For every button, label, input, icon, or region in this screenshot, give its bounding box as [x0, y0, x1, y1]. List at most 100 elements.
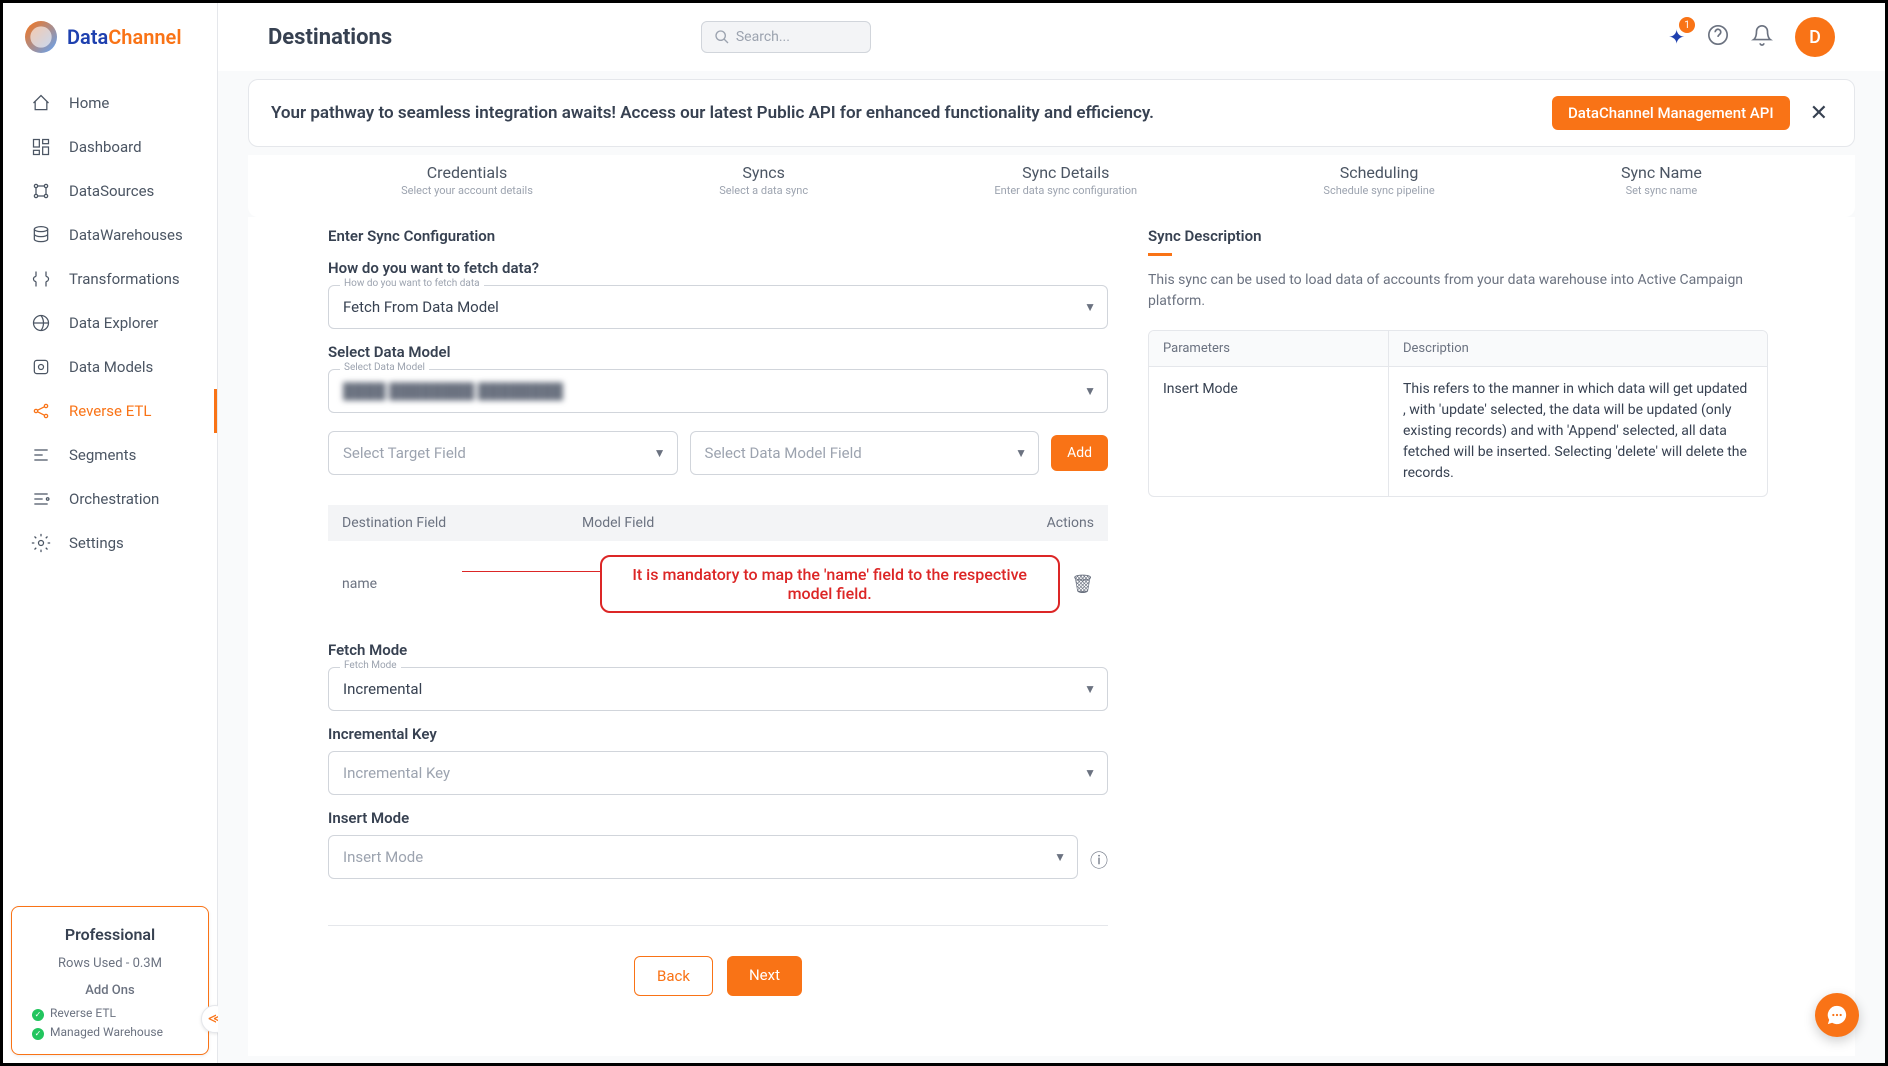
- banner-text: Your pathway to seamless integration awa…: [271, 103, 1536, 123]
- addon-item: Managed Warehouse: [24, 1023, 196, 1042]
- nav-transformations[interactable]: Transformations: [3, 257, 217, 301]
- step-syncname[interactable]: Sync NameSet sync name: [1621, 163, 1702, 197]
- th-destination: Destination Field: [342, 515, 582, 531]
- insert-mode-field[interactable]: Insert Mode ▼: [328, 835, 1078, 879]
- desc-heading: Sync Description: [1148, 227, 1768, 245]
- step-syncs[interactable]: SyncsSelect a data sync: [719, 163, 808, 197]
- data-model-field[interactable]: Select Data Model ████ ████████ ████████…: [328, 369, 1108, 413]
- info-icon[interactable]: ⓘ: [1090, 847, 1108, 873]
- table-header: Destination Field Model Field Actions: [328, 505, 1108, 541]
- nav-label: Home: [69, 94, 109, 112]
- models-icon: [31, 357, 51, 377]
- nav-dataexplorer[interactable]: Data Explorer: [3, 301, 217, 345]
- section-heading: Enter Sync Configuration: [328, 227, 1108, 245]
- dashboard-icon: [31, 137, 51, 157]
- fetch-question: How do you want to fetch data?: [328, 259, 1108, 277]
- model-field[interactable]: Select Data Model Field ▼: [690, 431, 1040, 475]
- insert-mode-select[interactable]: Insert Mode: [328, 835, 1078, 879]
- top-icons: ✦1 D: [1668, 17, 1835, 57]
- nav-label: Settings: [69, 534, 124, 552]
- logo-icon: [25, 21, 57, 53]
- step-credentials[interactable]: CredentialsSelect your account details: [401, 163, 533, 197]
- content: Enter Sync Configuration How do you want…: [248, 217, 1855, 1056]
- nav-datamodels[interactable]: Data Models: [3, 345, 217, 389]
- search-placeholder: Search...: [736, 29, 790, 45]
- mapping-row: Select Target Field ▼ Select Data Model …: [328, 431, 1108, 475]
- param-h2: Description: [1389, 331, 1767, 366]
- nav-datawarehouses[interactable]: DataWarehouses: [3, 213, 217, 257]
- desc-text: This sync can be used to load data of ac…: [1148, 270, 1768, 312]
- page-title: Destinations: [268, 25, 392, 50]
- form-column: Enter Sync Configuration How do you want…: [308, 227, 1108, 1016]
- nav-label: Dashboard: [69, 138, 142, 156]
- nav-reverseetl[interactable]: Reverse ETL: [3, 389, 217, 433]
- search-input[interactable]: Search...: [701, 21, 871, 53]
- help-icon[interactable]: [1707, 24, 1729, 50]
- data-model-select[interactable]: ████ ████████ ████████: [328, 369, 1108, 413]
- step-syncdetails[interactable]: Sync DetailsEnter data sync configuratio…: [994, 163, 1137, 197]
- notification-badge: 1: [1679, 17, 1695, 33]
- api-banner: Your pathway to seamless integration awa…: [248, 79, 1855, 147]
- nav-datasources[interactable]: DataSources: [3, 169, 217, 213]
- search-icon: [714, 29, 730, 45]
- nav-segments[interactable]: Segments: [3, 433, 217, 477]
- addons-title: Add Ons: [24, 977, 196, 1004]
- fetch-data-select[interactable]: Fetch From Data Model: [328, 285, 1108, 329]
- incremental-key-field[interactable]: Incremental Key ▼: [328, 751, 1108, 795]
- target-field-select[interactable]: Select Target Field: [328, 431, 678, 475]
- chat-icon: [1826, 1004, 1848, 1026]
- nav-label: Segments: [69, 446, 136, 464]
- parameters-table: Parameters Description Insert Mode This …: [1148, 330, 1768, 497]
- fetch-mode-heading: Fetch Mode: [328, 641, 1108, 659]
- nav-orchestration[interactable]: Orchestration: [3, 477, 217, 521]
- th-model: Model Field: [582, 515, 1024, 531]
- nav: Home Dashboard DataSources DataWarehouse…: [3, 71, 217, 898]
- incremental-key-select[interactable]: Incremental Key: [328, 751, 1108, 795]
- nav-home[interactable]: Home: [3, 81, 217, 125]
- explorer-icon: [31, 313, 51, 333]
- trash-icon[interactable]: 🗑: [1071, 574, 1094, 595]
- back-button[interactable]: Back: [634, 956, 713, 996]
- next-button[interactable]: Next: [727, 956, 802, 996]
- logo[interactable]: DataChannel: [3, 3, 217, 71]
- target-field[interactable]: Select Target Field ▼: [328, 431, 678, 475]
- segments-icon: [31, 445, 51, 465]
- wizard-steps: CredentialsSelect your account details S…: [248, 155, 1855, 217]
- database-icon: [31, 225, 51, 245]
- nav-settings[interactable]: Settings: [3, 521, 217, 565]
- orchestration-icon: [31, 489, 51, 509]
- wizard-buttons: Back Next: [328, 925, 1108, 1016]
- model-field-select[interactable]: Select Data Model Field: [690, 431, 1040, 475]
- avatar[interactable]: D: [1795, 17, 1835, 57]
- logo-text: DataChannel: [67, 25, 182, 49]
- close-icon[interactable]: ✕: [1806, 101, 1832, 126]
- fetch-mode-field[interactable]: Fetch Mode Incremental ▼: [328, 667, 1108, 711]
- home-icon: [31, 93, 51, 113]
- sparkle-icon[interactable]: ✦1: [1668, 25, 1685, 49]
- incremental-key-heading: Incremental Key: [328, 725, 1108, 743]
- reverseetl-icon: [31, 401, 51, 421]
- fetch-data-field[interactable]: How do you want to fetch data Fetch From…: [328, 285, 1108, 329]
- chat-fab[interactable]: [1815, 993, 1859, 1037]
- step-scheduling[interactable]: SchedulingSchedule sync pipeline: [1323, 163, 1434, 197]
- nav-label: DataWarehouses: [69, 226, 183, 244]
- main: Destinations Search... ✦1 D Your pathway…: [218, 3, 1885, 1063]
- banner-button[interactable]: DataChannel Management API: [1552, 96, 1790, 130]
- insert-mode-heading: Insert Mode: [328, 809, 1108, 827]
- mapping-table: Destination Field Model Field Actions na…: [328, 505, 1108, 627]
- sidebar: DataChannel Home Dashboard DataSources D…: [3, 3, 218, 1063]
- fetch-mode-select[interactable]: Incremental: [328, 667, 1108, 711]
- nav-label: Data Models: [69, 358, 153, 376]
- add-button[interactable]: Add: [1051, 435, 1108, 471]
- callout-wrap: It is mandatory to map the 'name' field …: [460, 555, 1060, 613]
- param-desc: This refers to the manner in which data …: [1389, 367, 1767, 496]
- nav-dashboard[interactable]: Dashboard: [3, 125, 217, 169]
- nav-label: Transformations: [69, 270, 180, 288]
- rows-used: Rows Used - 0.3M: [24, 950, 196, 977]
- th-actions: Actions: [1024, 515, 1094, 531]
- bell-icon[interactable]: [1751, 24, 1773, 50]
- param-header: Parameters Description: [1149, 331, 1767, 367]
- transformations-icon: [31, 269, 51, 289]
- nav-label: Orchestration: [69, 490, 159, 508]
- nav-label: Data Explorer: [69, 314, 158, 332]
